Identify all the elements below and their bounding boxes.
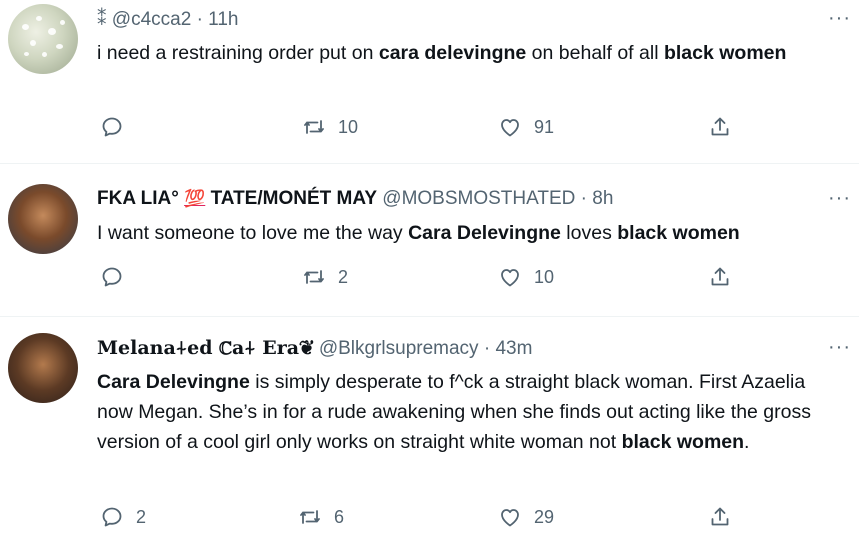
share-icon xyxy=(711,267,729,286)
retweet-button[interactable]: 6 xyxy=(298,505,344,529)
dot-separator: · xyxy=(483,338,491,359)
retweet-button[interactable]: 10 xyxy=(302,115,358,139)
more-icon[interactable]: ··· xyxy=(828,188,851,208)
display-name[interactable]: Melana⍭ed ℂa⍭ Era❦ xyxy=(97,337,314,359)
avatar[interactable] xyxy=(8,4,78,74)
tweet-header: FKA LIA° 💯 TATE/MONÉT MAY @MOBSMOSTHATED… xyxy=(97,187,613,211)
like-button[interactable]: 10 xyxy=(498,265,554,289)
tweet-text-part: . xyxy=(744,431,750,453)
share-button[interactable] xyxy=(708,265,732,289)
share-icon xyxy=(711,117,729,136)
tweet-text: i need a restraining order put on cara d… xyxy=(97,38,837,68)
reply-button[interactable] xyxy=(100,265,136,289)
tweet-time[interactable]: 11h xyxy=(208,9,238,30)
share-icon xyxy=(711,507,729,526)
dot-separator: · xyxy=(580,188,587,209)
reply-icon xyxy=(102,267,122,287)
more-icon[interactable]: ··· xyxy=(828,8,851,28)
user-handle[interactable]: @Blkgrlsupremacy xyxy=(319,338,479,359)
reply-button[interactable] xyxy=(100,115,136,139)
display-name-suffix[interactable]: TATE/MONÉT MAY xyxy=(211,188,377,209)
tweet-text-bold: Cara Delevingne xyxy=(408,222,561,244)
tweet-text-bold: Cara Delevingne xyxy=(97,371,250,393)
avatar[interactable] xyxy=(8,184,78,254)
tweet-text-part: I want someone to love me the way xyxy=(97,222,409,244)
tweet-text-part: i need a restraining order put on xyxy=(97,42,379,64)
tweet-header: ⁑ @c4cca2 · 11h xyxy=(97,8,238,32)
more-icon[interactable]: ··· xyxy=(828,337,851,357)
tweet-header: Melana⍭ed ℂa⍭ Era❦ @Blkgrlsupremacy · 43… xyxy=(97,336,532,361)
tweet-time[interactable]: 8h xyxy=(592,188,613,209)
tweet-text-part: on behalf of all xyxy=(526,42,664,64)
tweet-2[interactable]: FKA LIA° 💯 TATE/MONÉT MAY @MOBSMOSTHATED… xyxy=(0,164,859,316)
dot-separator: · xyxy=(196,9,203,30)
tweet-actions: 2 6 29 xyxy=(0,505,859,535)
retweet-count: 6 xyxy=(334,506,345,527)
reply-button[interactable]: 2 xyxy=(100,505,146,529)
hundred-points-icon: 💯 xyxy=(184,189,206,208)
tweet-3[interactable]: Melana⍭ed ℂa⍭ Era❦ @Blkgrlsupremacy · 43… xyxy=(0,317,859,539)
tweet-text-part: loves xyxy=(560,222,618,244)
like-count: 29 xyxy=(534,506,555,527)
like-button[interactable]: 29 xyxy=(498,505,554,529)
reply-icon xyxy=(102,117,122,137)
like-icon xyxy=(501,509,519,527)
avatar[interactable] xyxy=(8,333,78,403)
tweet-text-bold: black women xyxy=(621,431,745,453)
tweet-text-bold: black women xyxy=(617,222,740,244)
reply-icon xyxy=(102,507,122,527)
like-button[interactable]: 91 xyxy=(498,115,554,139)
retweet-icon xyxy=(300,510,320,524)
tweet-text-bold: cara delevingne xyxy=(378,42,527,64)
tweet-text: I want someone to love me the way Cara D… xyxy=(97,218,837,248)
user-emoji: ⁑ xyxy=(97,9,107,30)
user-handle[interactable]: @MOBSMOSTHATED xyxy=(382,188,575,209)
tweet-time[interactable]: 43m xyxy=(495,338,532,359)
tweet-text: Cara Delevingne is simply desperate to f… xyxy=(97,367,827,457)
retweet-icon xyxy=(304,270,324,284)
like-icon xyxy=(501,119,519,137)
like-count: 91 xyxy=(534,116,555,137)
like-count: 10 xyxy=(534,266,555,287)
tweet-actions: 10 91 xyxy=(0,115,859,145)
retweet-button[interactable]: 2 xyxy=(302,265,348,289)
like-icon xyxy=(501,269,519,287)
tweet-1[interactable]: ⁑ @c4cca2 · 11h ··· i need a restraining… xyxy=(0,0,859,163)
retweet-icon xyxy=(304,120,324,134)
share-button[interactable] xyxy=(708,115,732,139)
display-name[interactable]: FKA LIA° xyxy=(97,188,179,209)
user-handle[interactable]: @c4cca2 xyxy=(112,9,192,30)
retweet-count: 2 xyxy=(338,266,349,287)
reply-count: 2 xyxy=(136,506,147,527)
share-button[interactable] xyxy=(708,505,732,529)
tweet-text-bold: black women xyxy=(663,42,787,64)
retweet-count: 10 xyxy=(338,116,359,137)
tweet-actions: 2 10 xyxy=(0,265,859,295)
